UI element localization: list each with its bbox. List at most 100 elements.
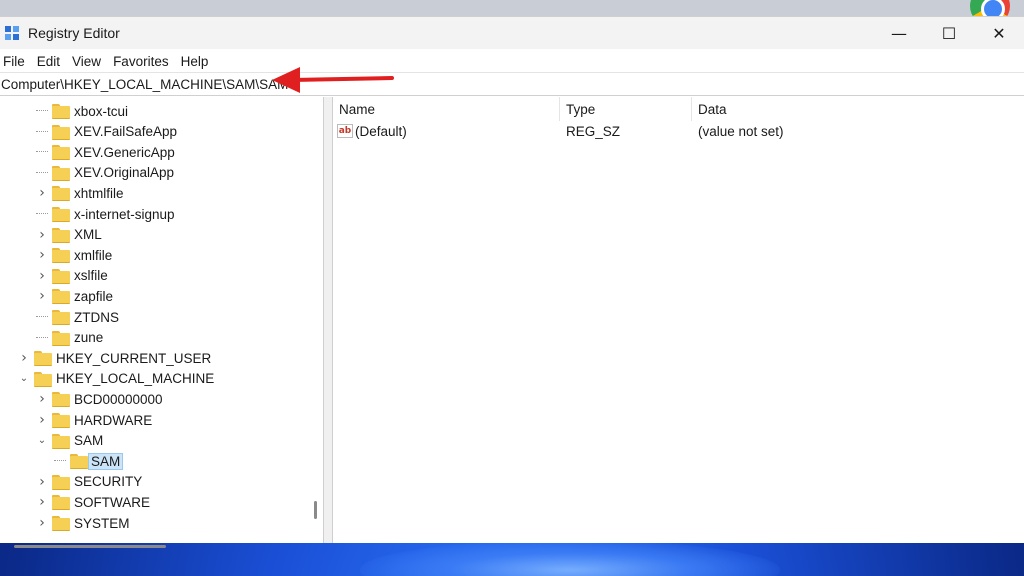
tree-item-label: SAM <box>74 433 104 449</box>
tree-item-label: XEV.GenericApp <box>74 144 175 160</box>
chevron-right-icon[interactable]: › <box>36 245 48 265</box>
chevron-right-icon[interactable]: › <box>36 513 48 533</box>
tree-item-label: xhtmlfile <box>74 185 124 201</box>
folder-icon <box>52 124 70 140</box>
tree-item-label: XML <box>74 227 102 243</box>
tree-item-label: XEV.FailSafeApp <box>74 124 178 140</box>
tree-item-label: zapfile <box>74 288 114 304</box>
tree-item[interactable]: › xhtmlfile <box>36 183 124 203</box>
folder-icon <box>52 474 70 490</box>
folder-icon <box>52 413 70 428</box>
address-path[interactable]: Computer\HKEY_LOCAL_MACHINE\SAM\SAM <box>0 77 288 92</box>
chevron-right-icon[interactable]: › <box>36 410 48 430</box>
chevron-right-icon[interactable]: › <box>36 225 48 245</box>
column-header-data[interactable]: Data <box>692 97 1012 121</box>
folder-icon <box>52 145 70 161</box>
tree-item[interactable]: xbox-tcui <box>36 101 128 121</box>
tree-vertical-scrollbar[interactable] <box>314 501 317 519</box>
tree-connector <box>36 101 48 111</box>
folder-icon <box>52 227 70 243</box>
tree-item[interactable]: XEV.OriginalApp <box>36 163 174 183</box>
folder-icon <box>70 454 88 470</box>
folder-icon <box>52 268 70 284</box>
tree-item-label: ZTDNS <box>74 309 119 325</box>
tree-item[interactable]: › BCD00000000 <box>36 389 163 409</box>
tree-item[interactable]: › SOFTWARE <box>36 492 150 512</box>
chevron-right-icon[interactable]: › <box>36 492 48 512</box>
table-row[interactable]: ab (Default) REG_SZ (value not set) <box>333 121 1013 141</box>
chevron-right-icon[interactable]: › <box>36 472 48 492</box>
tree-item[interactable]: › xslfile <box>36 266 108 286</box>
tree-item[interactable]: › HARDWARE <box>36 410 152 430</box>
menu-edit[interactable]: Edit <box>35 54 69 69</box>
value-name-cell: ab (Default) <box>337 121 407 141</box>
window-title: Registry Editor <box>28 25 120 41</box>
tree-item-label: SOFTWARE <box>74 494 150 510</box>
tree-item[interactable]: › zapfile <box>36 286 113 306</box>
address-bar[interactable]: Computer\HKEY_LOCAL_MACHINE\SAM\SAM <box>0 72 1024 96</box>
column-header-name[interactable]: Name <box>333 97 560 121</box>
value-data: (value not set) <box>698 123 784 139</box>
menu-bar: File Edit View Favorites Help <box>0 50 1024 72</box>
tree-item[interactable]: › xmlfile <box>36 245 112 265</box>
tree-item[interactable]: › HKEY_CURRENT_USER <box>18 348 211 368</box>
menu-help[interactable]: Help <box>179 54 218 69</box>
chevron-right-icon[interactable]: › <box>36 266 48 286</box>
tree-connector <box>36 307 48 317</box>
chevron-right-icon[interactable]: › <box>36 183 48 203</box>
tree-item-label: xslfile <box>74 268 108 284</box>
folder-icon <box>52 104 70 119</box>
folder-icon <box>34 371 52 387</box>
menu-file[interactable]: File <box>1 54 34 69</box>
folder-icon <box>52 310 70 325</box>
tree-connector <box>36 142 48 153</box>
folder-icon <box>52 433 70 449</box>
tree-connector <box>36 122 48 132</box>
tree-item[interactable]: ⌄ HKEY_LOCAL_MACHINE <box>18 369 214 389</box>
tree-connector <box>36 328 48 338</box>
tree-item-label: SYSTEM <box>74 515 130 531</box>
tree-item[interactable]: › SYSTEM <box>36 513 130 533</box>
tree-item-label: BCD00000000 <box>74 391 163 407</box>
maximize-button[interactable]: ☐ <box>924 17 974 49</box>
tree-item-label: XEV.OriginalApp <box>74 165 175 181</box>
chevron-down-icon[interactable]: ⌄ <box>36 431 48 451</box>
tree-item[interactable]: ZTDNS <box>36 307 119 327</box>
tree-item[interactable]: XEV.FailSafeApp <box>36 122 177 142</box>
registry-editor-icon <box>4 25 20 41</box>
close-button[interactable]: ✕ <box>974 17 1024 49</box>
folder-icon <box>52 516 70 531</box>
red-arrow-annotation <box>272 67 394 93</box>
tree-item[interactable]: XEV.GenericApp <box>36 142 175 162</box>
folder-icon <box>52 165 70 181</box>
tree-item-label: x-internet-signup <box>74 206 175 222</box>
tree-item[interactable]: zune <box>36 328 103 348</box>
tree-item-label: xbox-tcui <box>74 103 129 119</box>
chevron-right-icon[interactable]: › <box>36 389 48 409</box>
tree-item-label: SECURITY <box>74 474 143 490</box>
menu-favorites[interactable]: Favorites <box>111 54 178 69</box>
folder-icon <box>52 186 70 202</box>
chevron-right-icon[interactable]: › <box>18 348 30 368</box>
chevron-down-icon[interactable]: ⌄ <box>18 369 30 389</box>
minimize-button[interactable]: — <box>874 17 924 49</box>
tree-horizontal-scrollbar[interactable] <box>14 545 166 548</box>
tree-item[interactable]: › SECURITY <box>36 472 142 492</box>
value-name: (Default) <box>355 123 407 139</box>
menu-view[interactable]: View <box>70 54 110 69</box>
tree-item-label: zune <box>74 330 104 346</box>
tree-item[interactable]: x-internet-signup <box>36 204 175 224</box>
window-controls: — ☐ ✕ <box>874 17 1024 49</box>
pane-splitter[interactable] <box>324 97 332 543</box>
tree-connector <box>36 163 48 173</box>
tree-item-label: HKEY_CURRENT_USER <box>56 350 212 366</box>
value-type: REG_SZ <box>566 123 621 139</box>
column-header-type[interactable]: Type <box>560 97 692 121</box>
key-tree-pane: xbox-tcui XEV.FailSafeApp XEV.GenericApp XE… <box>0 97 324 543</box>
tree-item[interactable]: SAM <box>54 451 124 471</box>
tree-item[interactable]: › XML <box>36 225 102 245</box>
folder-icon <box>34 351 52 367</box>
title-bar[interactable]: Registry Editor — ☐ ✕ <box>0 17 1024 49</box>
chevron-right-icon[interactable]: › <box>36 286 48 306</box>
tree-item[interactable]: ⌄ SAM <box>36 431 103 451</box>
